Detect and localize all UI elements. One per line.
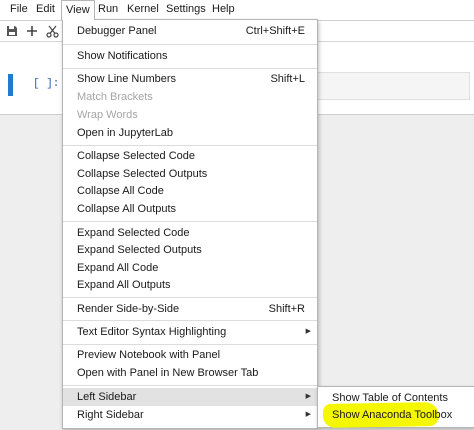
menu-separator (63, 44, 317, 45)
menu-separator (63, 68, 317, 69)
menu-item-label: Debugger Panel (77, 25, 157, 37)
menu-item-debugger-panel[interactable]: Debugger Panel Ctrl+Shift+E (63, 22, 317, 40)
menu-item-collapse-all-outputs[interactable]: Collapse All Outputs (63, 200, 317, 218)
menu-kernel[interactable]: Kernel (123, 1, 163, 18)
menu-help[interactable]: Help (208, 1, 239, 18)
menu-item-collapse-selected-code[interactable]: Collapse Selected Code (63, 147, 317, 165)
menu-item-label: Show Anaconda Toolbox (332, 409, 453, 421)
menu-item-preview-notebook-with-panel[interactable]: Preview Notebook with Panel (63, 346, 317, 364)
menu-item-shortcut: Shift+L (270, 73, 305, 85)
menu-item-label: Collapse All Code (77, 185, 164, 197)
scissors-icon[interactable] (44, 23, 60, 39)
menu-item-label: Expand All Code (77, 262, 159, 274)
menu-item-right-sidebar[interactable]: Right Sidebar ▶ (63, 406, 317, 424)
menu-item-label: Collapse Selected Code (77, 150, 196, 162)
menu-item-show-anaconda-toolbox[interactable]: Show Anaconda Toolbox (318, 406, 474, 424)
menu-item-expand-all-code[interactable]: Expand All Code (63, 259, 317, 277)
menu-item-collapse-selected-outputs[interactable]: Collapse Selected Outputs (63, 165, 317, 183)
menu-separator (63, 221, 317, 222)
menu-run[interactable]: Run (94, 1, 122, 18)
menu-item-label: Right Sidebar (77, 409, 144, 421)
plus-icon[interactable] (24, 23, 40, 39)
active-cell-indicator (8, 74, 13, 96)
menu-item-shortcut: Shift+R (268, 303, 305, 315)
view-menu-dropdown: Debugger Panel Ctrl+Shift+E Show Notific… (62, 19, 318, 429)
menu-item-label: Preview Notebook with Panel (77, 349, 221, 361)
menu-item-label: Expand Selected Code (77, 227, 190, 239)
menu-item-text-editor-syntax-highlighting[interactable]: Text Editor Syntax Highlighting ▶ (63, 323, 317, 341)
menu-item-label: Open in JupyterLab (77, 127, 174, 139)
menu-item-label: Show Notifications (77, 50, 168, 62)
menu-item-shortcut: Ctrl+Shift+E (245, 25, 305, 37)
menu-item-left-sidebar[interactable]: Left Sidebar ▶ (63, 388, 317, 406)
menu-item-wrap-words: Wrap Words (63, 106, 317, 124)
menu-item-label: Expand All Outputs (77, 279, 171, 291)
menu-item-expand-selected-code[interactable]: Expand Selected Code (63, 224, 317, 242)
menu-separator (63, 145, 317, 146)
menu-item-label: Wrap Words (77, 109, 138, 121)
menu-edit[interactable]: Edit (32, 1, 59, 18)
menu-item-show-notifications[interactable]: Show Notifications (63, 47, 317, 65)
menu-item-render-side-by-side[interactable]: Render Side-by-Side Shift+R (63, 300, 317, 318)
menu-item-label: Left Sidebar (77, 391, 137, 403)
menu-item-label: Open with Panel in New Browser Tab (77, 367, 259, 379)
menu-item-expand-selected-outputs[interactable]: Expand Selected Outputs (63, 241, 317, 259)
menu-item-label: Render Side-by-Side (77, 303, 180, 315)
menu-separator (63, 385, 317, 386)
submenu-arrow-icon: ▶ (305, 411, 311, 418)
menu-settings[interactable]: Settings (162, 1, 210, 18)
submenu-arrow-icon: ▶ (305, 393, 311, 400)
save-icon[interactable] (4, 23, 20, 39)
menu-item-match-brackets: Match Brackets (63, 88, 317, 106)
cell-prompt: [ ]: (33, 78, 60, 90)
menu-view[interactable]: View (61, 0, 95, 20)
menu-bar: File Edit View Run Kernel Settings Help (0, 0, 474, 21)
menu-item-expand-all-outputs[interactable]: Expand All Outputs (63, 276, 317, 294)
menu-file[interactable]: File (6, 1, 32, 18)
menu-item-collapse-all-code[interactable]: Collapse All Code (63, 182, 317, 200)
menu-item-label: Text Editor Syntax Highlighting (77, 326, 227, 338)
menu-separator (63, 297, 317, 298)
menu-item-show-line-numbers[interactable]: Show Line Numbers Shift+L (63, 70, 317, 88)
menu-item-open-with-panel-new-tab[interactable]: Open with Panel in New Browser Tab (63, 364, 317, 382)
menu-item-open-in-jupyterlab[interactable]: Open in JupyterLab (63, 124, 317, 142)
menu-separator (63, 344, 317, 345)
left-sidebar-submenu: Show Table of Contents Show Anaconda Too… (317, 386, 474, 429)
menu-item-label: Show Line Numbers (77, 73, 177, 85)
menu-separator (63, 320, 317, 321)
menu-item-label: Expand Selected Outputs (77, 244, 202, 256)
menu-item-label: Collapse Selected Outputs (77, 168, 208, 180)
submenu-arrow-icon: ▶ (305, 328, 311, 335)
menu-item-label: Match Brackets (77, 91, 153, 103)
menu-item-label: Collapse All Outputs (77, 203, 177, 215)
